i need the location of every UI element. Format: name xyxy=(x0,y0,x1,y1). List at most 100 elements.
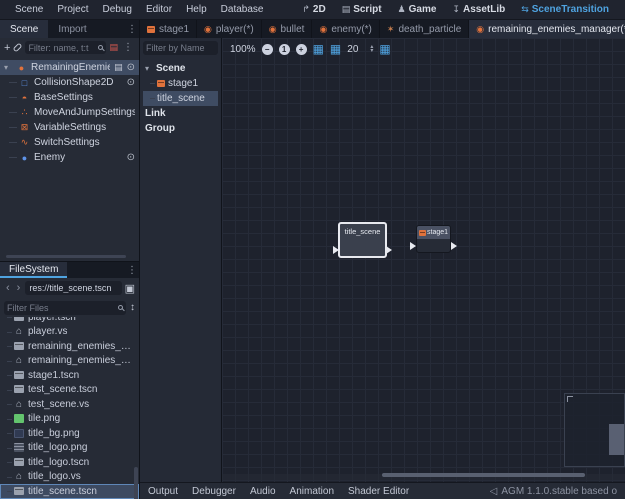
scene-filter-input[interactable] xyxy=(28,43,98,53)
scene-tab-player[interactable]: ◉player(*) xyxy=(197,20,262,38)
file-list-vscrollbar[interactable] xyxy=(134,467,138,499)
minimap-viewport-rect[interactable] xyxy=(609,424,624,455)
visibility-toggle-icon[interactable]: ⊙ xyxy=(127,62,135,73)
graph-hscroll-track[interactable] xyxy=(222,474,625,480)
menu-debug[interactable]: Debug xyxy=(95,4,138,15)
output-port-icon[interactable] xyxy=(451,242,457,250)
spin-down-icon[interactable]: ▾ xyxy=(370,49,373,53)
scene-tab-enemy[interactable]: ◉enemy(*) xyxy=(312,20,379,38)
workspace-game-button[interactable]: ♟Game xyxy=(390,4,445,15)
add-node-icon[interactable]: + xyxy=(4,43,10,53)
file-row[interactable]: title_bg.png xyxy=(0,426,139,441)
grid-toggle-icon[interactable]: ▦ xyxy=(330,42,341,56)
visibility-toggle-icon[interactable]: ⊙ xyxy=(127,152,135,163)
nav-forward-icon[interactable]: › xyxy=(15,282,23,294)
scene-filter-field[interactable] xyxy=(25,41,106,54)
zoom-out-button[interactable]: − xyxy=(262,44,273,55)
scene-tree-hscrollbar[interactable] xyxy=(6,255,126,258)
graph-node-stage1[interactable]: stage1 xyxy=(416,225,451,253)
collapse-icon[interactable]: ▾ xyxy=(145,64,153,73)
graph-tree-group-header[interactable]: Group xyxy=(143,121,218,136)
graph-minimap[interactable] xyxy=(564,393,625,467)
graph-tree-link-header[interactable]: Link xyxy=(143,106,218,121)
collapse-icon[interactable]: ▾ xyxy=(4,63,12,72)
file-row[interactable]: player.tscn xyxy=(0,317,139,325)
menu-scene[interactable]: Scene xyxy=(8,4,50,15)
scene-tree-toolbar: + ▤ ⋮ xyxy=(0,38,139,57)
resource-path-input[interactable] xyxy=(29,283,117,293)
scene-tab-remaining-enemies-manager[interactable]: ◉remaining_enemies_manager(*)× xyxy=(469,20,625,38)
attach-script-icon[interactable]: ▤ xyxy=(109,42,118,53)
snap-spinner[interactable]: ▴▾ xyxy=(370,45,373,53)
menu-editor[interactable]: Editor xyxy=(139,4,179,15)
split-mode-icon[interactable]: ▣ xyxy=(125,282,135,295)
mute-icon[interactable]: ◁ xyxy=(490,486,498,497)
tab-import-dock[interactable]: Import xyxy=(48,20,96,38)
tree-node[interactable]: ∿ SwitchSettings xyxy=(0,135,139,150)
output-port-icon[interactable] xyxy=(386,246,392,254)
bottom-tab-audio[interactable]: Audio xyxy=(250,486,276,497)
tab-scene-dock[interactable]: Scene xyxy=(0,20,48,38)
menu-project[interactable]: Project xyxy=(50,4,95,15)
graph-tree-scene-header[interactable]: ▾ Scene xyxy=(143,61,218,76)
menu-database[interactable]: Database xyxy=(214,4,271,15)
input-port-icon[interactable] xyxy=(410,242,416,250)
menu-help[interactable]: Help xyxy=(179,4,214,15)
workspace-assetlib-button[interactable]: ↧AssetLib xyxy=(444,4,513,15)
instance-scene-icon[interactable] xyxy=(13,43,23,53)
godot-editor-window: Scene Project Debug Editor Help Database… xyxy=(0,0,625,499)
graph-filter-input[interactable] xyxy=(146,43,215,53)
tree-node[interactable]: ● Enemy ⊙ xyxy=(0,150,139,165)
file-row[interactable]: remaining_enemies_mana... xyxy=(0,339,139,354)
file-row[interactable]: test_scene.tscn xyxy=(0,383,139,398)
graph-node-title-scene[interactable]: title_scene xyxy=(338,222,387,258)
script-attached-icon[interactable]: ▤ xyxy=(114,62,123,73)
graph-tree-item-title-scene[interactable]: title_scene xyxy=(143,91,218,106)
graph-filter-field[interactable] xyxy=(143,41,218,55)
file-filter-field[interactable] xyxy=(4,301,126,315)
bottom-tab-output[interactable]: Output xyxy=(148,486,178,497)
scene-tree-menu-icon[interactable]: ⋮ xyxy=(121,42,135,53)
file-row[interactable]: title_logo.png xyxy=(0,441,139,456)
nav-back-icon[interactable]: ‹ xyxy=(4,282,12,294)
dock-menu-icon[interactable]: ⋮ xyxy=(125,20,139,38)
resource-path-field[interactable] xyxy=(25,281,121,295)
bottom-tab-animation[interactable]: Animation xyxy=(290,486,334,497)
scene-tab-stage1[interactable]: stage1 xyxy=(140,20,197,38)
file-filter-input[interactable] xyxy=(7,303,118,313)
sort-files-icon[interactable]: ↕ xyxy=(130,302,135,313)
tree-node[interactable]: ∴ MoveAndJumpSettings xyxy=(0,105,139,120)
file-row[interactable]: stage1.tscn xyxy=(0,368,139,383)
file-row-selected[interactable]: title_scene.tscn xyxy=(0,484,139,499)
file-row[interactable]: ⌂remaining_enemies_mana... xyxy=(0,354,139,369)
workspace-2d-button[interactable]: ↱2D xyxy=(294,4,333,15)
bottom-tab-shader-editor[interactable]: Shader Editor xyxy=(348,486,409,497)
zoom-in-button[interactable]: + xyxy=(296,44,307,55)
snap-distance-value[interactable]: 20 xyxy=(347,44,358,55)
tab-filesystem[interactable]: FileSystem xyxy=(0,262,67,278)
file-row[interactable]: ⌂test_scene.vs xyxy=(0,397,139,412)
tree-node-root[interactable]: ▾ ● RemainingEnemiesMana ▤ ⊙ xyxy=(0,60,139,75)
game-icon: ♟ xyxy=(398,4,406,15)
graph-hscroll-thumb[interactable] xyxy=(382,473,585,477)
graph-editor[interactable]: 100% − 1 + ▦ ▦ 20 ▴▾ ▦ title_scene xyxy=(222,38,625,482)
tree-node[interactable]: □ CollisionShape2D ⊙ xyxy=(0,75,139,90)
file-row[interactable]: ⌂player.vs xyxy=(0,325,139,340)
file-row[interactable]: ⌂title_logo.vs xyxy=(0,470,139,485)
workspace-scene-transition-button[interactable]: ⇆SceneTransition xyxy=(513,4,617,15)
minimap-toggle-icon[interactable]: ▦ xyxy=(379,42,390,56)
zoom-reset-button[interactable]: 1 xyxy=(279,44,290,55)
file-row[interactable]: tile.png xyxy=(0,412,139,427)
filesystem-menu-icon[interactable]: ⋮ xyxy=(125,262,139,278)
bottom-tab-debugger[interactable]: Debugger xyxy=(192,486,236,497)
scene-tab-death-particle[interactable]: ✶death_particle xyxy=(380,20,469,38)
file-row[interactable]: title_logo.tscn xyxy=(0,455,139,470)
tree-node[interactable]: ◓ BaseSettings xyxy=(0,90,139,105)
tree-node[interactable]: ⊠ VariableSettings xyxy=(0,120,139,135)
input-port-icon[interactable] xyxy=(333,246,339,254)
scene-tab-bullet[interactable]: ◉bullet xyxy=(262,20,313,38)
snap-toggle-icon[interactable]: ▦ xyxy=(313,42,324,56)
graph-tree-item-stage1[interactable]: stage1 xyxy=(143,76,218,91)
visibility-toggle-icon[interactable]: ⊙ xyxy=(127,77,135,88)
workspace-script-button[interactable]: ▤Script xyxy=(334,4,390,15)
